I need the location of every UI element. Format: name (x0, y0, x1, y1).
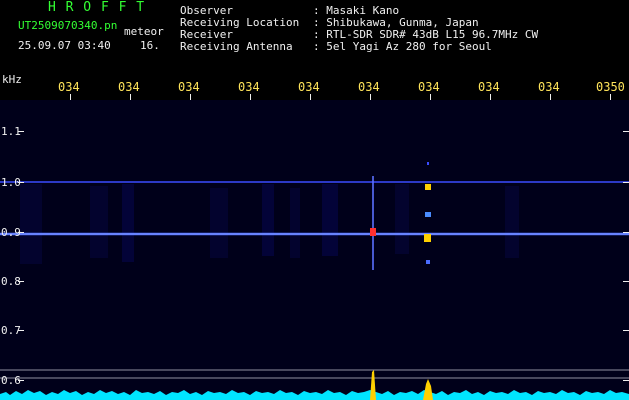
y-tick-mark (18, 281, 24, 282)
x-tick-mark (430, 94, 431, 100)
y-tick-mark-right (623, 330, 629, 331)
y-tick-mark-right (623, 281, 629, 282)
x-tick-mark (610, 94, 611, 100)
y-tick-mark (18, 330, 24, 331)
y-tick-mark (18, 232, 24, 233)
spectrogram (0, 100, 629, 400)
mode-label: meteor (124, 25, 164, 38)
y-tick-mark (18, 380, 24, 381)
y-tick-mark-right (623, 232, 629, 233)
date-time-label: 25.09.07 03:40 (18, 39, 111, 52)
y-tick-mark-right (623, 182, 629, 183)
hrofft-logo: H R O F F T (48, 0, 146, 15)
y-tick-mark (18, 182, 24, 183)
info-label-antenna: Receiving Antenna (180, 40, 293, 53)
x-tick-mark (70, 94, 71, 100)
counter-label: 16. (140, 39, 160, 52)
x-tick-mark (490, 94, 491, 100)
x-tick-mark (130, 94, 131, 100)
header: H R O F F T UT2509070340.pn meteor 25.09… (0, 0, 629, 86)
x-tick-mark (250, 94, 251, 100)
x-tick-mark (370, 94, 371, 100)
filename-label: UT2509070340.pn (18, 19, 118, 32)
x-tick-mark (310, 94, 311, 100)
info-value-antenna: : 5el Yagi Az 280 for Seoul (313, 40, 492, 53)
y-tick-mark-right (623, 380, 629, 381)
x-tick-mark (190, 94, 191, 100)
y-tick-mark-right (623, 131, 629, 132)
meteor-echo-peak (370, 228, 376, 236)
x-tick-mark (550, 94, 551, 100)
y-tick-mark (18, 131, 24, 132)
